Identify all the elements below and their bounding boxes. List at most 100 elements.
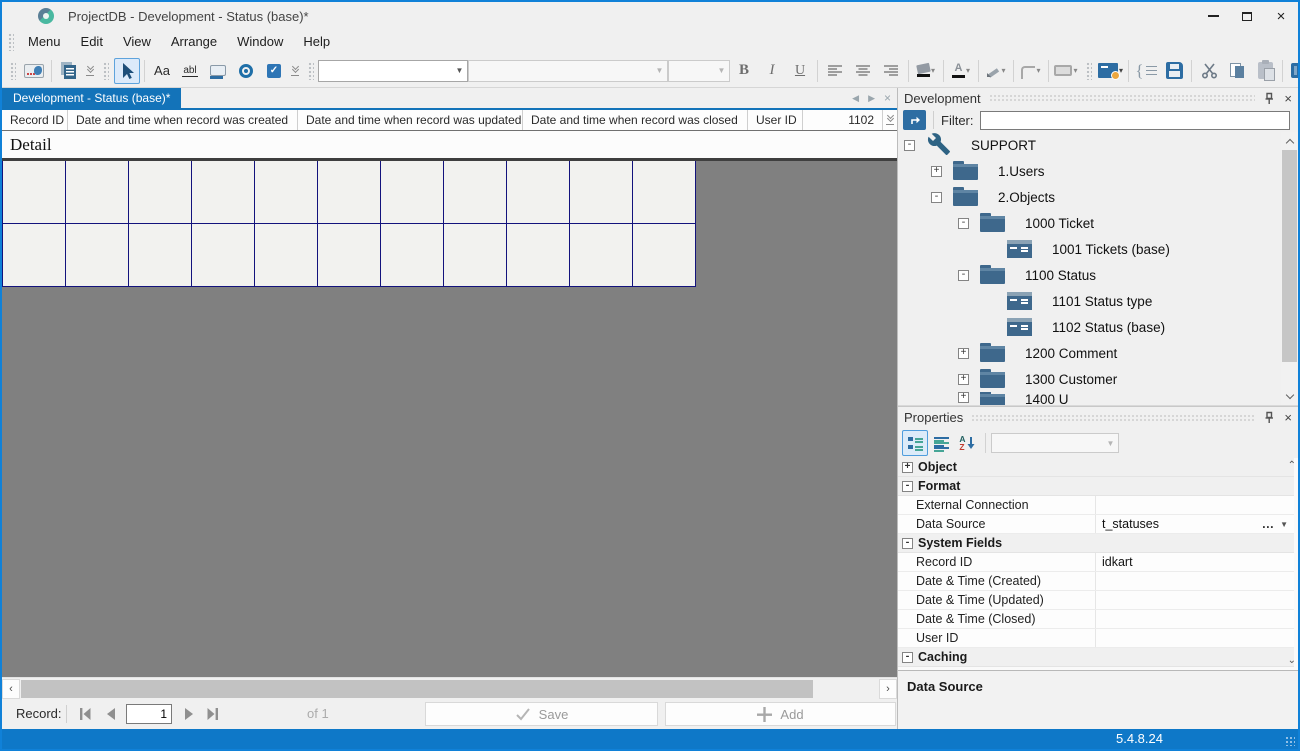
- collapse-icon[interactable]: -: [902, 480, 913, 492]
- maximize-button[interactable]: [1230, 2, 1264, 30]
- tab-scroll-right-icon[interactable]: ▶: [868, 93, 875, 104]
- field-column-date-and-time-when-record-was-closed[interactable]: Date and time when record was closed: [523, 110, 748, 130]
- pin-icon[interactable]: [1263, 92, 1275, 105]
- expand-icon[interactable]: +: [902, 461, 913, 473]
- property-category-system-fields[interactable]: - System Fields: [898, 534, 1294, 553]
- horizontal-scrollbar[interactable]: ‹ ›: [2, 677, 897, 699]
- expand-icon[interactable]: +: [931, 165, 942, 177]
- list-view-button[interactable]: [928, 430, 954, 456]
- design-grid-cell[interactable]: [66, 224, 129, 287]
- panel-close-icon[interactable]: ×: [1284, 92, 1292, 105]
- tree-item-1101-status-type[interactable]: 1101 Status type: [898, 288, 1281, 314]
- select-tool-button[interactable]: [114, 57, 140, 84]
- property-category-format[interactable]: - Format: [898, 477, 1294, 496]
- design-grid-cell[interactable]: [381, 224, 444, 287]
- scrollbar-thumb[interactable]: [1282, 150, 1297, 362]
- tree-item-2-objects[interactable]: - 2.Objects: [898, 184, 1281, 210]
- align-right-button[interactable]: [878, 58, 904, 84]
- field-column-date-and-time-when-record-was-updated[interactable]: Date and time when record was updated: [298, 110, 523, 130]
- save-toolbar-button[interactable]: [1161, 58, 1187, 84]
- design-grid-cell[interactable]: [444, 161, 507, 224]
- tree-item-1102-status-base[interactable]: 1102 Status (base): [898, 314, 1281, 340]
- design-grid-cell[interactable]: [255, 161, 318, 224]
- border-style-button[interactable]: ▾: [1018, 58, 1044, 84]
- design-grid-cell[interactable]: [129, 224, 192, 287]
- design-grid-cell[interactable]: [507, 224, 570, 287]
- collapse-icon[interactable]: -: [958, 269, 969, 281]
- font-color-button[interactable]: A ▾: [948, 58, 974, 84]
- design-grid-cell[interactable]: [66, 161, 129, 224]
- filter-input[interactable]: [979, 110, 1290, 130]
- expand-icon[interactable]: +: [958, 347, 969, 359]
- scroll-up-icon[interactable]: [1281, 133, 1298, 149]
- underline-button[interactable]: U: [787, 58, 813, 84]
- sort-alphabetical-button[interactable]: AZ: [954, 430, 980, 456]
- property-value[interactable]: [1096, 496, 1294, 514]
- expand-more-icon[interactable]: [289, 62, 301, 76]
- record-number-input[interactable]: [126, 704, 172, 724]
- textbox-tool-button[interactable]: abl: [177, 58, 203, 84]
- tree-item-1000-ticket[interactable]: - 1000 Ticket: [898, 210, 1281, 236]
- align-center-button[interactable]: [850, 58, 876, 84]
- fields-more-icon[interactable]: [884, 111, 896, 125]
- ellipsis-button[interactable]: …: [1256, 517, 1281, 531]
- paste-button[interactable]: [1252, 58, 1278, 84]
- collapse-icon[interactable]: -: [902, 651, 913, 663]
- field-column-record-id[interactable]: Record ID: [2, 110, 68, 130]
- property-category-caching[interactable]: - Caching: [898, 648, 1294, 667]
- tree-item-1400-u[interactable]: +1400 U: [898, 392, 1281, 405]
- button-tool-button[interactable]: [205, 58, 231, 84]
- close-button[interactable]: ×: [1264, 2, 1298, 30]
- property-value[interactable]: [1096, 610, 1294, 628]
- expand-more-icon[interactable]: [84, 62, 96, 76]
- design-grid-cell[interactable]: [570, 161, 633, 224]
- previous-record-button[interactable]: [100, 703, 122, 725]
- collapse-icon[interactable]: -: [931, 191, 942, 203]
- tree-scrollbar[interactable]: [1281, 132, 1298, 405]
- categorized-view-button[interactable]: [902, 430, 928, 456]
- expand-icon[interactable]: +: [958, 373, 969, 385]
- form-settings-button[interactable]: ▾: [1097, 58, 1124, 84]
- tree-item-1300-customer[interactable]: +1300 Customer: [898, 366, 1281, 392]
- cut-button[interactable]: [1196, 58, 1222, 84]
- design-grid-cell[interactable]: [318, 161, 381, 224]
- expand-icon[interactable]: +: [958, 392, 969, 403]
- scroll-down-icon[interactable]: ⌄: [1288, 655, 1296, 666]
- last-record-button[interactable]: [202, 703, 224, 725]
- design-grid-cell[interactable]: [192, 224, 255, 287]
- properties-toggle-button[interactable]: [1287, 58, 1298, 84]
- property-value[interactable]: [1096, 572, 1294, 590]
- line-color-button[interactable]: ▾: [983, 58, 1009, 84]
- save-record-button[interactable]: Save: [425, 702, 658, 726]
- menu-item-arrange[interactable]: Arrange: [161, 30, 227, 54]
- scroll-right-button[interactable]: ›: [879, 679, 897, 699]
- tab-close-icon[interactable]: ×: [884, 91, 891, 105]
- design-grid-cell[interactable]: [570, 224, 633, 287]
- design-grid-cell[interactable]: [507, 161, 570, 224]
- collapse-icon[interactable]: -: [958, 217, 969, 229]
- scroll-up-icon[interactable]: ⌃: [1288, 460, 1296, 471]
- checkbox-tool-button[interactable]: ✓: [261, 58, 287, 84]
- menu-item-menu[interactable]: Menu: [18, 30, 71, 54]
- locate-object-button[interactable]: [903, 110, 926, 130]
- tab-scroll-left-icon[interactable]: ◀: [852, 93, 859, 104]
- menu-item-view[interactable]: View: [113, 30, 161, 54]
- font-size-combobox[interactable]: ▼: [668, 59, 730, 82]
- add-record-button[interactable]: Add: [665, 702, 896, 726]
- scrollbar-thumb[interactable]: [21, 680, 813, 698]
- pin-icon[interactable]: [1263, 411, 1275, 424]
- italic-button[interactable]: I: [759, 58, 785, 84]
- property-category-object[interactable]: + Object: [898, 458, 1294, 477]
- align-left-button[interactable]: [822, 58, 848, 84]
- collapse-icon[interactable]: -: [902, 537, 913, 549]
- copy-button[interactable]: [1224, 58, 1250, 84]
- tab-development-status[interactable]: Development - Status (base)*: [2, 88, 182, 108]
- property-value[interactable]: [1096, 629, 1294, 647]
- fill-color-button[interactable]: ▾: [913, 58, 939, 84]
- project-card-button[interactable]: [21, 58, 47, 84]
- frame-style-button[interactable]: ▾: [1053, 58, 1079, 84]
- property-value[interactable]: t_statuses … ▼: [1096, 515, 1294, 533]
- property-value[interactable]: idkart: [1096, 553, 1294, 571]
- menu-item-window[interactable]: Window: [227, 30, 293, 54]
- next-record-button[interactable]: [178, 703, 200, 725]
